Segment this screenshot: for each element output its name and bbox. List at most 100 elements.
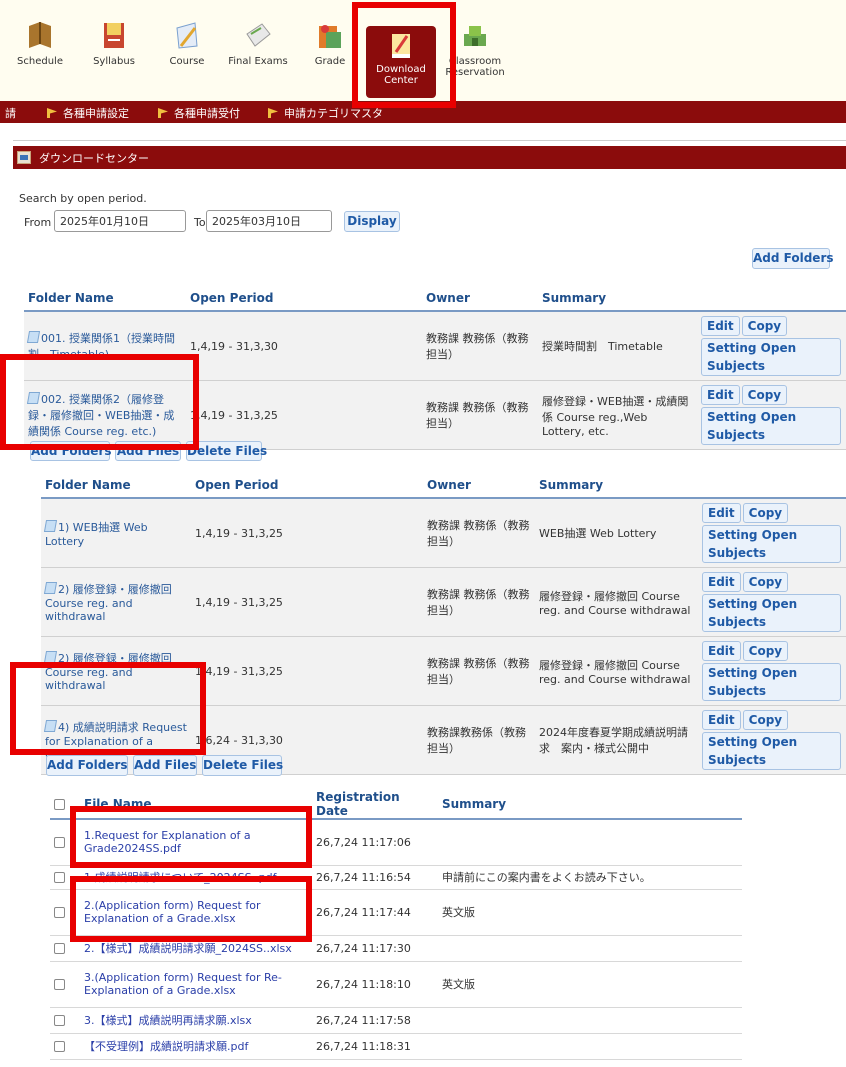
file-checkbox[interactable]: [54, 1015, 65, 1026]
flag-icon: [158, 108, 168, 118]
edit-button[interactable]: Edit: [702, 503, 741, 523]
delete-files-button[interactable]: Delete Files: [202, 755, 283, 776]
folder-name-cell[interactable]: 2) 履修登録・履修撤回 Course reg. and withdrawal: [41, 637, 191, 706]
select-all-cell: [50, 790, 80, 819]
file-checkbox[interactable]: [54, 872, 65, 883]
folder-icon: [26, 392, 41, 404]
summary-cell: 授業時間割 Timetable: [542, 340, 663, 353]
setting-open-subjects-button[interactable]: Setting Open Subjects: [702, 594, 841, 632]
file-checkbox[interactable]: [54, 943, 65, 954]
setting-open-subjects-button[interactable]: Setting Open Subjects: [701, 338, 841, 376]
setting-open-subjects-button[interactable]: Setting Open Subjects: [702, 663, 841, 701]
col-registration-date[interactable]: Registration Date: [312, 790, 438, 819]
edit-button[interactable]: Edit: [702, 572, 741, 592]
setting-open-subjects-button[interactable]: Setting Open Subjects: [702, 732, 841, 770]
file-checkbox[interactable]: [54, 1041, 65, 1052]
file-link[interactable]: 3.【様式】成績説明再請求願.xlsx: [84, 1014, 252, 1027]
summary-cell: 履修登録・履修撤回 Course reg. and Course withdra…: [539, 658, 691, 686]
to-date-input[interactable]: [206, 210, 332, 232]
open-period-cell: 1,4,19 - 31,3,25: [195, 595, 283, 609]
menu-item-application-reception[interactable]: 各種申請受付: [158, 105, 240, 121]
col-actions: [696, 285, 846, 311]
setting-open-subjects-button[interactable]: Setting Open Subjects: [702, 525, 841, 563]
folder-icon: [43, 720, 58, 732]
folder-icon: [43, 519, 58, 532]
col-file-summary[interactable]: Summary: [438, 790, 742, 819]
owner-cell: 教務課教務係（教務担当）: [427, 726, 526, 755]
edit-button[interactable]: Edit: [701, 316, 740, 336]
registration-date-cell: 26,7,24 11:17:30: [312, 935, 438, 962]
nav-classroom-reservation[interactable]: Classroom Reservation: [440, 20, 510, 78]
nav-syllabus[interactable]: Syllabus: [79, 20, 149, 67]
select-all-checkbox[interactable]: [54, 799, 65, 810]
file-summary-cell: [438, 1007, 742, 1034]
subfolder-table: Folder Name Open Period Owner Summary 1)…: [41, 472, 846, 775]
file-row: 1.成績説明請求について_2024SS..pdf 26,7,24 11:16:5…: [50, 865, 742, 890]
col-owner[interactable]: Owner: [422, 285, 538, 311]
copy-button[interactable]: Copy: [741, 385, 788, 405]
col-open-period[interactable]: Open Period: [186, 285, 422, 311]
summary-cell: 履修登録・履修撤回 Course reg. and Course withdra…: [539, 589, 691, 617]
menu-item-truncated[interactable]: 請: [5, 105, 16, 121]
file-row: 3.【様式】成績説明再請求願.xlsx 26,7,24 11:17:58: [50, 1007, 742, 1034]
search-label: Search by open period.: [19, 192, 147, 205]
checkbox-cell: [50, 935, 80, 962]
folder-name-cell[interactable]: 002. 授業関係2（履修登録・履修撤回・WEB抽選・成績関係 Course r…: [24, 381, 186, 450]
file-link[interactable]: 2.【様式】成績説明請求願_2024SS..xlsx: [84, 942, 292, 955]
edit-button[interactable]: Edit: [701, 385, 740, 405]
checkbox-cell: [50, 889, 80, 936]
file-checkbox[interactable]: [54, 837, 65, 849]
copy-button[interactable]: Copy: [742, 572, 789, 592]
nav-final-exams[interactable]: Final Exams: [223, 20, 293, 67]
folder-name-cell[interactable]: 2) 履修登録・履修撤回 Course reg. and withdrawal: [41, 568, 191, 637]
col-summary[interactable]: Summary: [538, 285, 696, 311]
display-button[interactable]: Display: [344, 211, 400, 232]
file-link[interactable]: 3.(Application form) Request for Re-Expl…: [84, 971, 282, 997]
col-folder-name[interactable]: Folder Name: [41, 472, 191, 498]
add-files-button[interactable]: Add Files: [115, 441, 181, 461]
table-row: 1) WEB抽選 Web Lottery 1,4,19 - 31,3,25 教務…: [41, 498, 846, 568]
col-open-period[interactable]: Open Period: [191, 472, 423, 498]
setting-open-subjects-button[interactable]: Setting Open Subjects: [701, 407, 841, 445]
add-folders-button[interactable]: Add Folders: [46, 755, 128, 776]
file-link[interactable]: 【不受理例】成績説明請求願.pdf: [84, 1040, 248, 1053]
edit-button[interactable]: Edit: [702, 641, 741, 661]
copy-button[interactable]: Copy: [742, 503, 789, 523]
download-center-icon: [387, 30, 415, 60]
copy-button[interactable]: Copy: [742, 710, 789, 730]
edit-button[interactable]: Edit: [702, 710, 741, 730]
folder-name-cell[interactable]: 1) WEB抽選 Web Lottery: [41, 498, 191, 568]
col-folder-name[interactable]: Folder Name: [24, 285, 186, 311]
file-link[interactable]: 1.成績説明請求について_2024SS..pdf: [84, 871, 276, 884]
folder-name-cell[interactable]: 001. 授業関係1（授業時間割 Timetable): [24, 311, 186, 381]
nav-grade[interactable]: Grade: [295, 20, 365, 67]
delete-files-button[interactable]: Delete Files: [186, 441, 267, 461]
flag-icon: [47, 108, 57, 118]
col-file-name[interactable]: File Name: [80, 790, 312, 819]
col-owner[interactable]: Owner: [423, 472, 535, 498]
add-files-button[interactable]: Add Files: [133, 755, 197, 776]
copy-button[interactable]: Copy: [742, 641, 789, 661]
copy-button[interactable]: Copy: [741, 316, 788, 336]
table-row: 001. 授業関係1（授業時間割 Timetable) 1,4,19 - 31,…: [24, 311, 846, 381]
file-checkbox[interactable]: [54, 907, 65, 918]
col-summary[interactable]: Summary: [535, 472, 697, 498]
nav-course[interactable]: Course: [152, 20, 222, 67]
file-checkbox[interactable]: [54, 979, 65, 990]
checkbox-cell: [50, 961, 80, 1008]
from-date-input[interactable]: [54, 210, 186, 232]
nav-schedule[interactable]: Schedule: [5, 20, 75, 67]
folder-table-header: Folder Name Open Period Owner Summary: [24, 285, 846, 311]
add-folders-button[interactable]: Add Folders: [30, 441, 112, 461]
checkbox-cell: [50, 865, 80, 890]
nav-download-center[interactable]: Download Center: [366, 26, 436, 98]
divider: [13, 140, 846, 141]
menu-item-category-master[interactable]: 申請カテゴリマスタ: [268, 105, 383, 121]
file-link[interactable]: 1.Request for Explanation of a Grade2024…: [84, 829, 251, 855]
open-period-cell: 1,4,19 - 31,3,25: [195, 664, 283, 678]
menu-item-application-settings[interactable]: 各種申請設定: [47, 105, 129, 121]
summary-cell: 2024年度春夏学期成績説明請求 案内・様式公開中: [539, 726, 688, 755]
file-link[interactable]: 2.(Application form) Request for Explana…: [84, 899, 260, 925]
add-folders-button[interactable]: Add Folders: [752, 248, 834, 269]
file-row: 【不受理例】成績説明請求願.pdf 26,7,24 11:18:31: [50, 1033, 742, 1060]
